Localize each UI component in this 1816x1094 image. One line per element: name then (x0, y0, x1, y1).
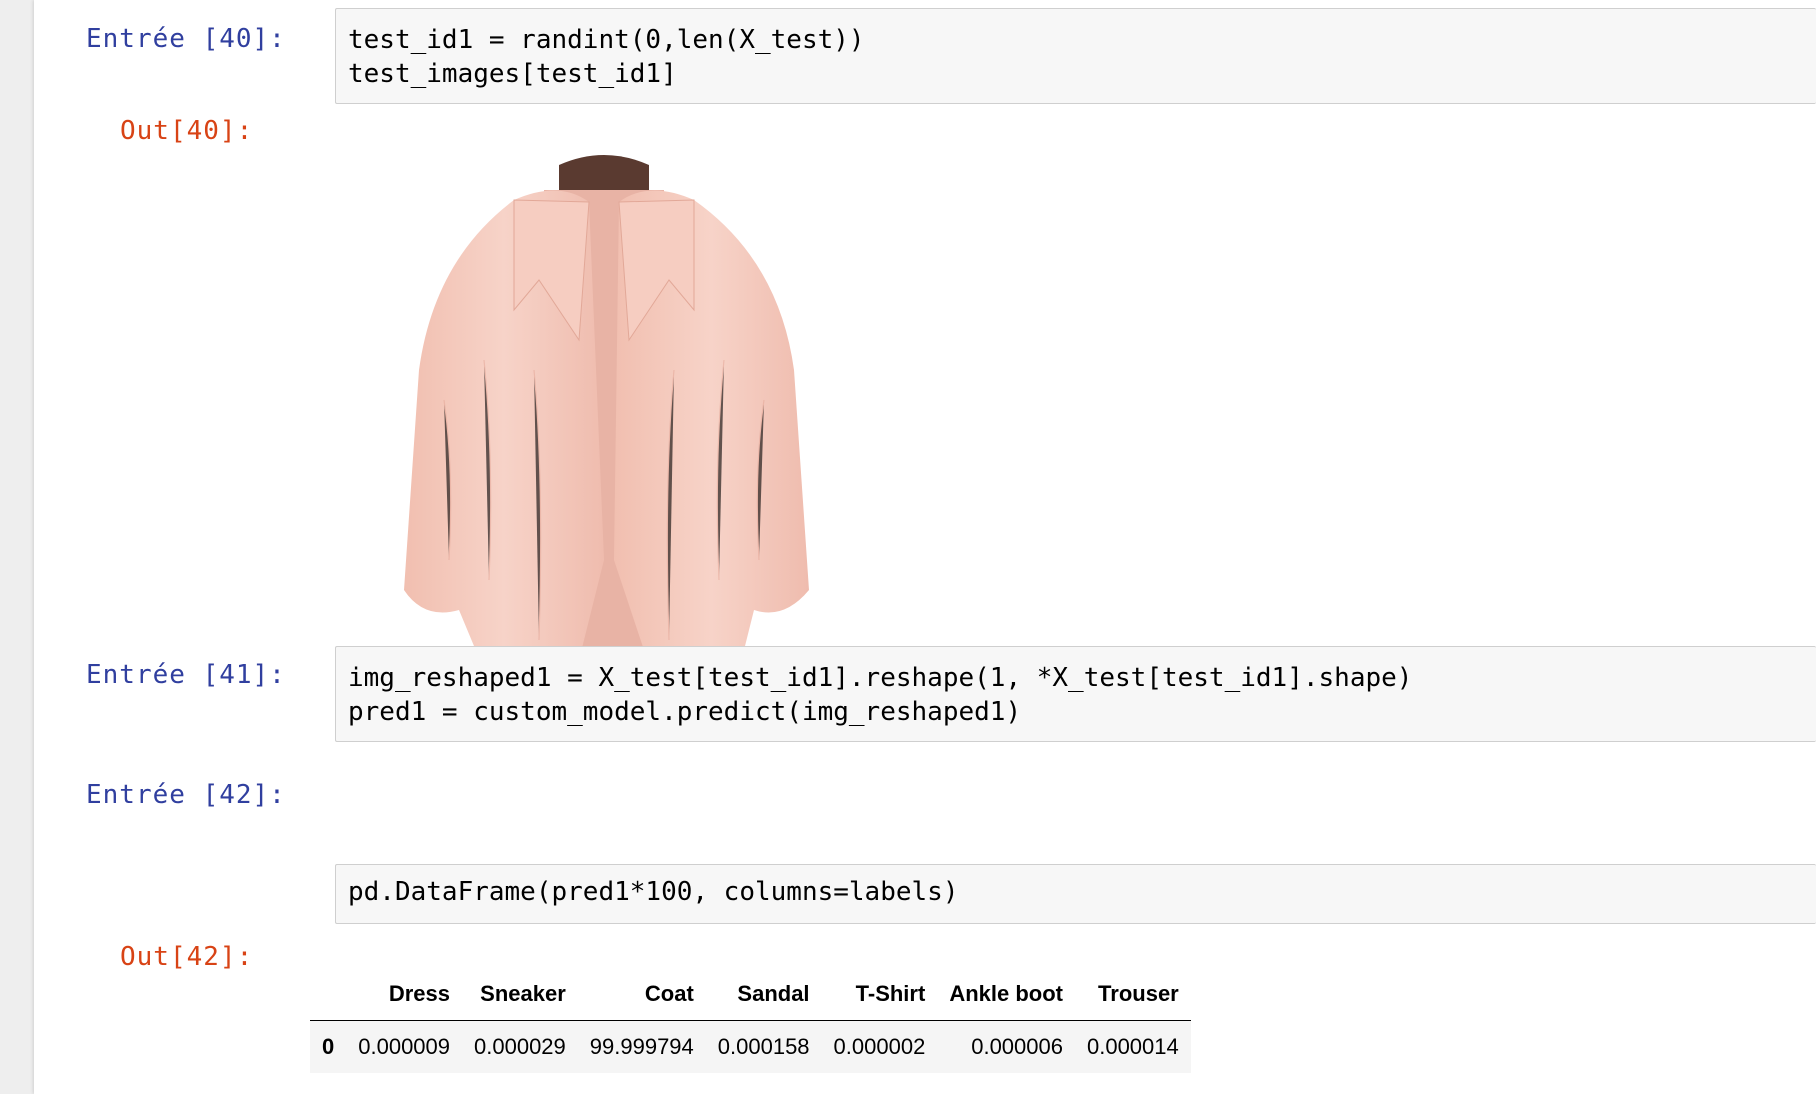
column-header: Sneaker (480, 981, 566, 1006)
column-header: Coat (644, 981, 694, 1006)
table-header-row: Dress Sneaker Coat Sandal T-Shirt Ankle … (310, 968, 1191, 1021)
output-prompt-42: Out[42]: (120, 942, 254, 972)
table-cell: 0.000002 (821, 1020, 938, 1073)
input-prompt-41: Entrée [41]: (86, 660, 286, 690)
input-prompt-40: Entrée [40]: (86, 24, 286, 54)
notebook-container: Entrée [40]: test_id1 = randint(0,len(X_… (34, 0, 1816, 1094)
pink-fur-coat-image (404, 155, 809, 700)
table-row: 0 0.000009 0.000029 99.999794 0.000158 0… (310, 1020, 1191, 1073)
code-line: pred1 = custom_model.predict(img_reshape… (348, 697, 1022, 727)
code-cell-41[interactable]: img_reshaped1 = X_test[test_id1].reshape… (335, 646, 1816, 742)
table-cell: 99.999794 (577, 1020, 706, 1073)
code-text: test_id1 = randint(0,len(X_test)) (348, 25, 865, 55)
column-header: Sandal (737, 981, 810, 1006)
table-cell: 0.000006 (937, 1020, 1075, 1073)
table-cell: 0.000029 (462, 1020, 578, 1073)
column-header: Trouser (1098, 981, 1179, 1006)
table-cell: 0.000014 (1074, 1020, 1191, 1073)
column-header: Dress (388, 981, 451, 1006)
table-cell: 0.000009 (346, 1020, 463, 1073)
code-line: pd.DataFrame(pred1*100, columns=labels) (348, 877, 959, 907)
code-cell-42[interactable]: pd.DataFrame(pred1*100, columns=labels) (335, 864, 1816, 924)
code-cell-40[interactable]: test_id1 = randint(0,len(X_test)) test_i… (335, 8, 1816, 104)
output-prompt-40: Out[40]: (120, 116, 254, 146)
dataframe-output-table: Dress Sneaker Coat Sandal T-Shirt Ankle … (310, 968, 1191, 1073)
input-prompt-42: Entrée [42]: (86, 780, 286, 810)
code-line: img_reshaped1 = X_test[test_id1].reshape… (348, 663, 1413, 693)
column-header: Ankle boot (949, 981, 1063, 1006)
column-header: T-Shirt (855, 981, 926, 1006)
code-line: test_id1 = randint(0,len(X_test)) (348, 23, 865, 57)
table-cell: 0.000158 (705, 1020, 822, 1073)
code-line: test_images[test_id1] (348, 59, 677, 89)
hanger-shape (559, 155, 649, 195)
column-header (310, 968, 346, 1021)
row-index: 0 (310, 1020, 347, 1073)
